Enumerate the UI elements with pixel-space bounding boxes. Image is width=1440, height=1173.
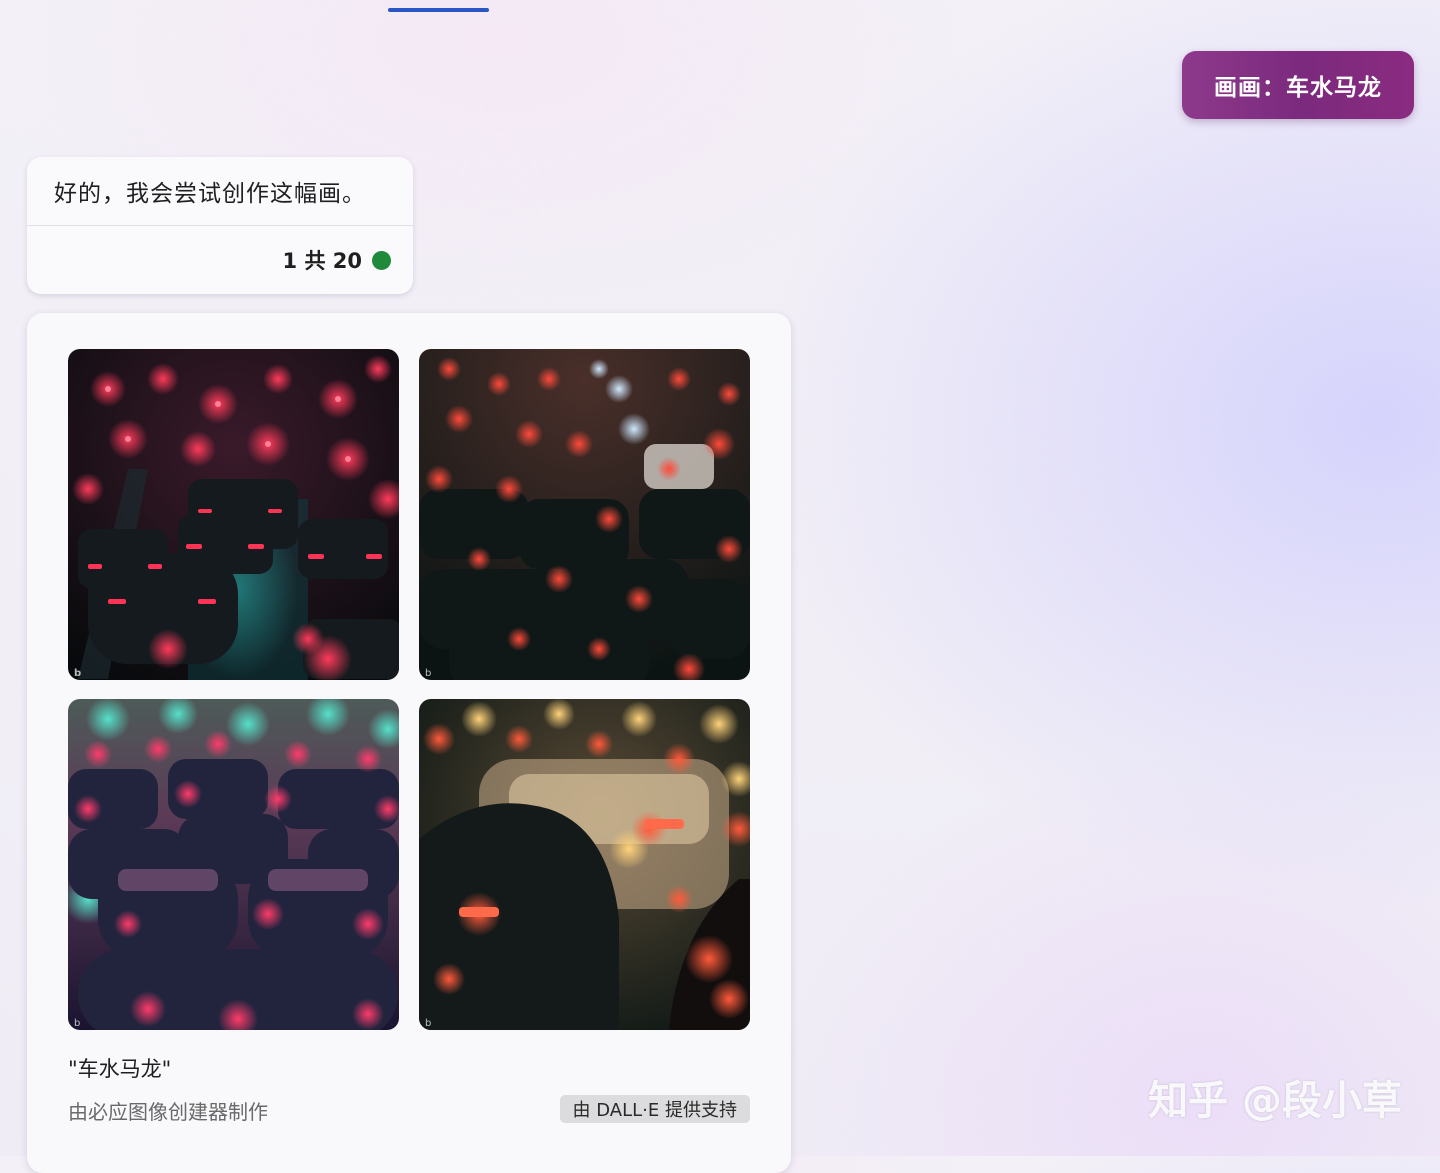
bot-message-bubble: 好的，我会尝试创作这幅画。 1 共 20 (27, 157, 413, 294)
bot-message-footer: 1 共 20 (283, 245, 391, 275)
traffic-scene-2-image: b (419, 349, 750, 680)
image-credit: 由必应图像创建器制作 (68, 1100, 268, 1124)
user-message-text: 画画：车水马龙 (1214, 75, 1382, 101)
traffic-scene-3-image: b (68, 699, 399, 1030)
bing-logo-icon: b (74, 668, 81, 679)
status-dot-icon (372, 250, 391, 270)
bing-logo-icon: b (425, 668, 431, 679)
image-result-card: b b b b "车水马龙" 由必应图像创建器制作 由 DALL·E 提供支持 (27, 313, 791, 1173)
bot-message-divider (27, 225, 413, 226)
bing-logo-icon: b (74, 1018, 80, 1029)
bing-logo-icon: b (425, 1018, 431, 1029)
generated-image-4[interactable]: b (419, 699, 750, 1030)
traffic-scene-1-image: b (68, 349, 399, 680)
traffic-scene-4-image: b (419, 699, 750, 1030)
generated-image-2[interactable]: b (419, 349, 750, 680)
generated-image-3[interactable]: b (68, 699, 399, 1030)
turn-counter: 1 共 20 (282, 249, 362, 273)
active-tab-indicator (388, 8, 489, 12)
generated-image-1[interactable]: b (68, 349, 399, 680)
watermark: 知乎 @段小草 (1148, 1078, 1402, 1124)
image-caption: "车水马龙" (68, 1057, 172, 1081)
bot-message-text: 好的，我会尝试创作这幅画。 (54, 181, 366, 207)
user-message-bubble: 画画：车水马龙 (1182, 51, 1414, 119)
powered-by-badge[interactable]: 由 DALL·E 提供支持 (559, 1095, 750, 1123)
